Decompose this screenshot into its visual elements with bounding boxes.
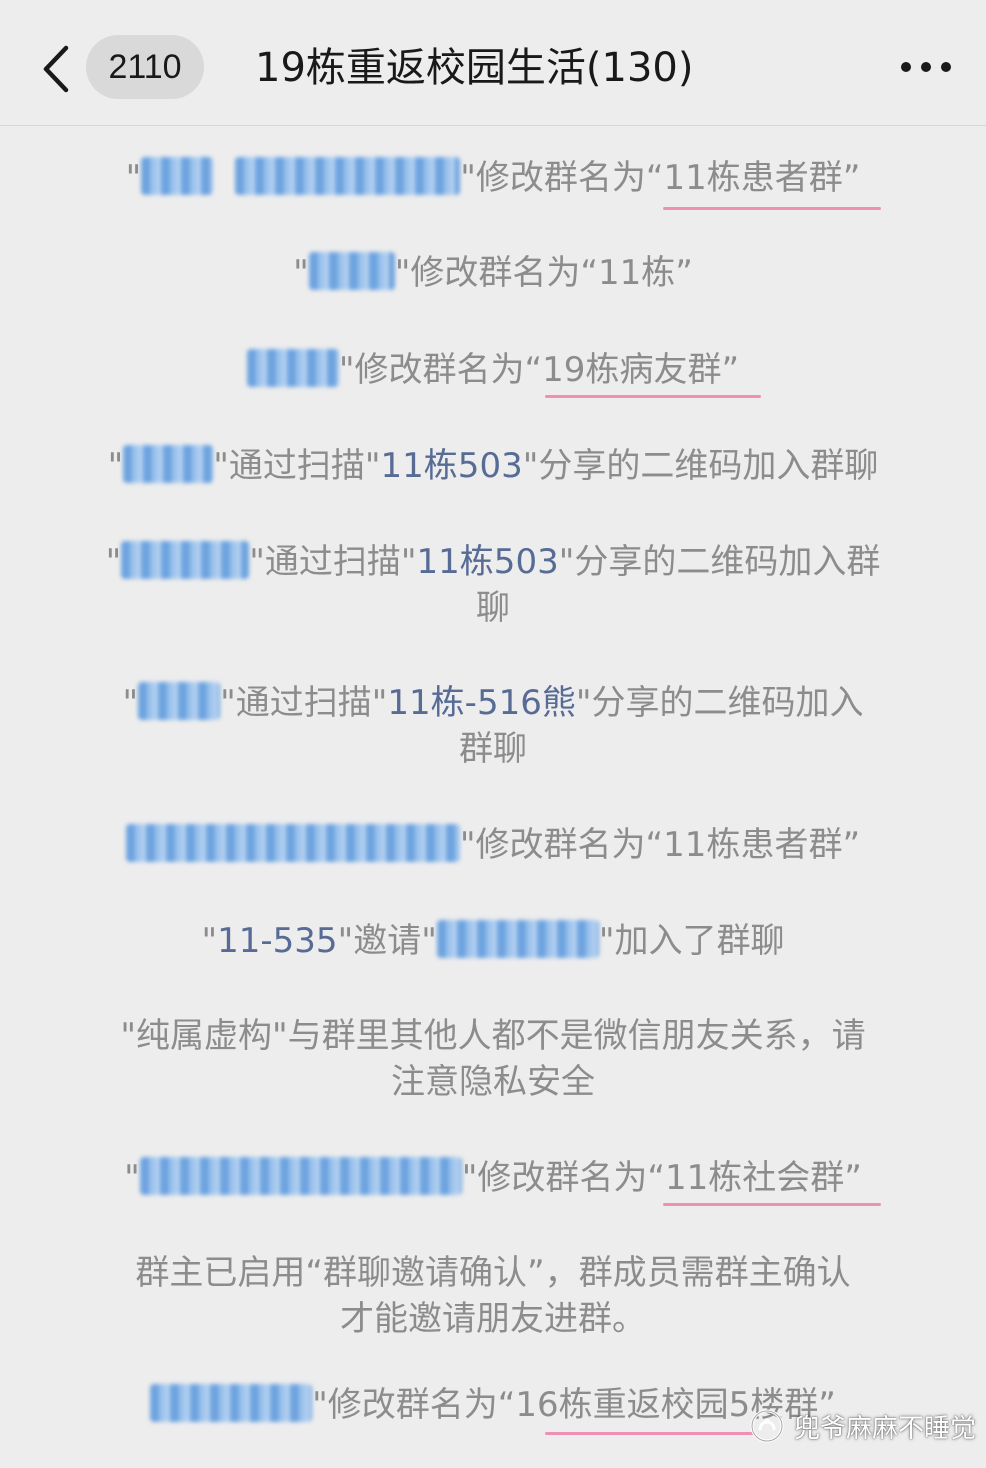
highlight-underline [663, 207, 881, 210]
system-message: " "通过扫描"11栋-516熊"分享的二维码加入 群聊 [122, 682, 864, 769]
member-nickname-link[interactable]: 11-535 [217, 921, 337, 961]
unread-count-badge[interactable]: 2110 [86, 35, 204, 99]
system-message: " "通过扫描"11栋503"分享的二维码加入群 聊 [105, 541, 881, 628]
ellipsis-icon[interactable] [896, 52, 956, 82]
redacted-name [150, 1384, 313, 1422]
redacted-name [123, 445, 214, 483]
highlight-underline [663, 1203, 881, 1206]
highlight-underline [545, 395, 761, 398]
redacted-name [121, 541, 250, 579]
member-nickname-link[interactable]: 11栋503 [417, 542, 559, 582]
redacted-name [235, 157, 461, 195]
system-message: " "修改群名为“11栋” [293, 252, 693, 293]
redacted-name [138, 682, 221, 720]
privacy-notice: "纯属虚构"与群里其他人都不是微信朋友关系，请 注意隐私安全 [120, 1016, 866, 1102]
system-message: "修改群名为“11栋患者群” [0, 822, 986, 868]
highlight-underline [545, 1432, 755, 1435]
watermark-text: 兜爷麻麻不睡觉 [794, 1413, 977, 1444]
chat-header: 2110 19栋重返校园生活(130) [0, 0, 986, 126]
redacted-name [125, 824, 460, 862]
invite-confirmation-notice: 群主已启用“群聊邀请确认”，群成员需群主确认 才能邀请朋友进群。 [135, 1253, 851, 1339]
chat-title: 19栋重返校园生活(130) [255, 45, 694, 91]
redacted-name [141, 157, 214, 195]
redacted-name [308, 252, 395, 290]
system-message: " "修改群名为“11栋社会群” [124, 1157, 862, 1198]
wechat-official-account-icon [750, 1409, 784, 1443]
redacted-name [436, 920, 599, 958]
redacted-name [246, 349, 339, 387]
system-message: " "通过扫描"11栋503"分享的二维码加入群聊 [107, 445, 879, 486]
redacted-name [139, 1157, 462, 1195]
member-nickname-link[interactable]: 11栋503 [381, 446, 523, 486]
watermark: 兜爷麻麻不睡觉 [750, 1404, 976, 1448]
member-nickname-link[interactable]: 11栋-516熊 [387, 683, 575, 723]
system-message: "修改群名为“19栋病友群” [0, 347, 986, 393]
chevron-left-icon[interactable] [38, 42, 78, 96]
system-message: "11-535"邀请" "加入了群聊 [201, 920, 785, 961]
system-message: " "修改群名为“11栋患者群” [125, 157, 861, 198]
